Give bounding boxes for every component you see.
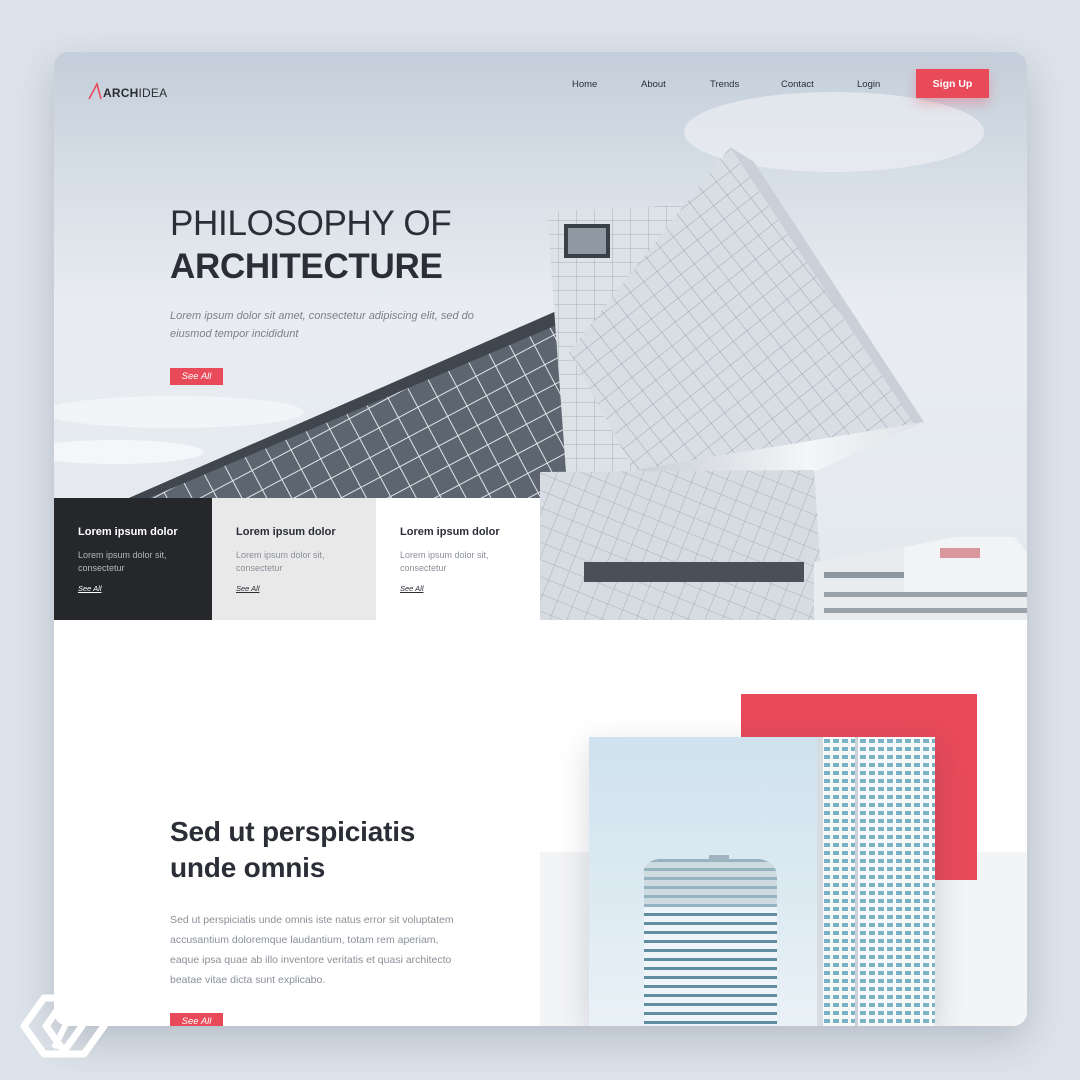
nav-link-contact[interactable]: Contact [781, 79, 814, 90]
hero-see-all-button[interactable]: See All [170, 368, 223, 385]
logo[interactable]: ARCH IDEA [88, 80, 167, 100]
towers-illustration [589, 737, 935, 1026]
feature-text: Lorem ipsum dolor sit, consectetur [78, 550, 167, 573]
nav-link-about[interactable]: About [641, 79, 666, 90]
top-nav: ARCH IDEA Home About Trends Contact Logi… [54, 52, 1027, 122]
feature-see-all-link[interactable]: See All [78, 584, 102, 593]
section2-title: Sed ut perspiciatis unde omnis [170, 816, 416, 883]
feature-title: Lorem ipsum dolor [236, 526, 336, 538]
logo-text-bold: ARCH [103, 86, 139, 100]
feature-box-dark: Lorem ipsum dolor Lorem ipsum dolor sit,… [54, 498, 212, 620]
brand-watermark-icon [20, 994, 108, 1058]
logo-a-icon [88, 82, 102, 100]
logo-text-light: IDEA [138, 86, 168, 100]
section2-body: Sed ut perspiciatis unde omnis iste natu… [170, 914, 454, 986]
sign-up-button[interactable]: Sign Up [916, 69, 989, 98]
feature-text: Lorem ipsum dolor sit, consectetur [236, 550, 325, 573]
feature-box-grey: Lorem ipsum dolor Lorem ipsum dolor sit,… [212, 498, 376, 620]
nav-link-login[interactable]: Login [857, 79, 880, 90]
nav-link-home[interactable]: Home [572, 79, 597, 90]
hero-title-line2: ARCHITECTURE [170, 247, 443, 286]
feature-box-white: Lorem ipsum dolor Lorem ipsum dolor sit,… [376, 498, 540, 620]
hero-section: ARCH IDEA Home About Trends Contact Logi… [54, 52, 1027, 620]
page-card: ARCH IDEA Home About Trends Contact Logi… [54, 52, 1027, 1026]
towers-photo [589, 737, 935, 1026]
feature-text: Lorem ipsum dolor sit, consectetur [400, 550, 489, 573]
section2-see-all-button[interactable]: See All [170, 1013, 223, 1026]
feature-title: Lorem ipsum dolor [78, 526, 178, 538]
hero-subtitle: Lorem ipsum dolor sit amet, consectetur … [170, 310, 474, 340]
feature-title: Lorem ipsum dolor [400, 526, 500, 538]
nav-link-trends[interactable]: Trends [710, 79, 739, 90]
hero-title-line1: PHILOSOPHY OF [170, 204, 452, 243]
feature-see-all-link[interactable]: See All [400, 584, 424, 593]
feature-see-all-link[interactable]: See All [236, 584, 260, 593]
